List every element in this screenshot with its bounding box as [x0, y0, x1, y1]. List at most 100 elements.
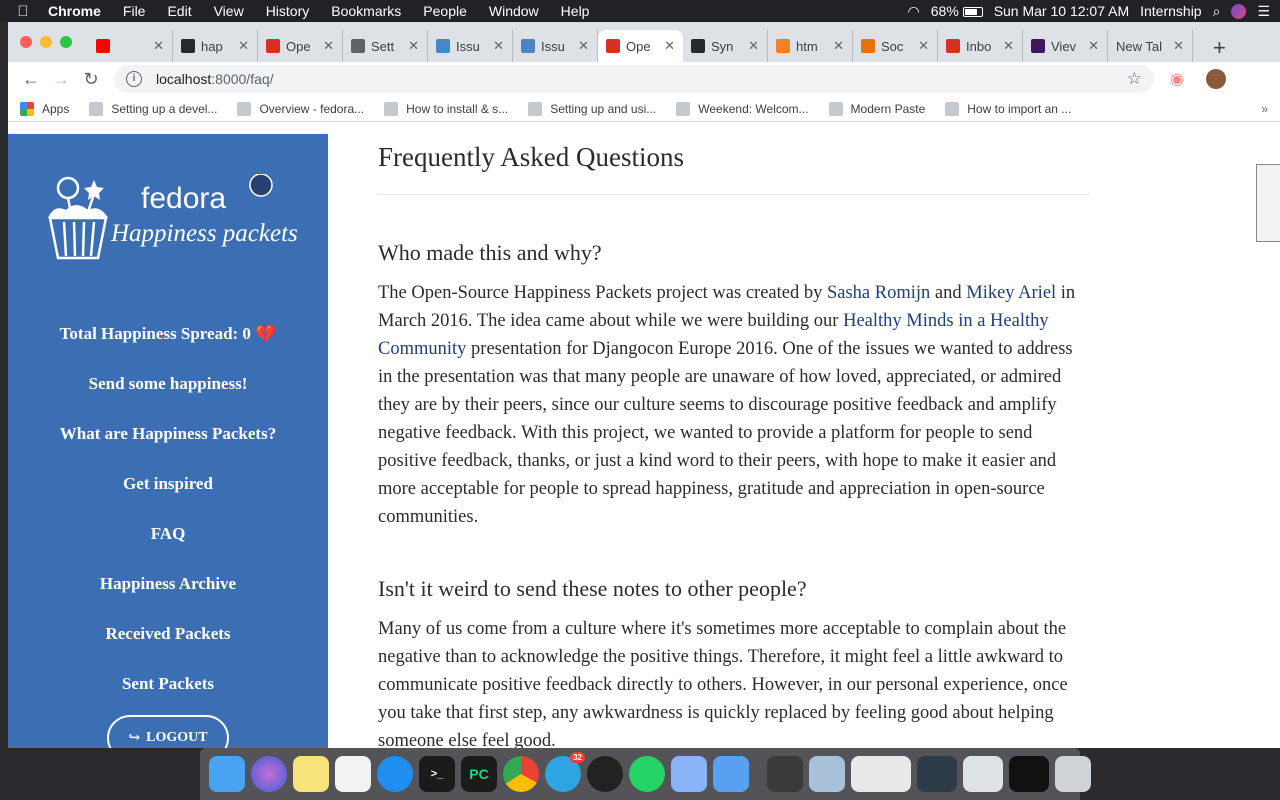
pycharm-icon[interactable]: PC [461, 756, 497, 792]
minimized-window-3[interactable] [963, 756, 1003, 792]
nav-happiness-archive[interactable]: Happiness Archive [8, 574, 328, 594]
user-name[interactable]: Internship [1140, 3, 1201, 19]
browser-tab[interactable]: Issu ✕ [428, 30, 513, 62]
browser-tab[interactable]: Inbo ✕ [938, 30, 1023, 62]
nav-sent-packets[interactable]: Sent Packets [8, 674, 328, 694]
browser-tab[interactable]: Viev ✕ [1023, 30, 1108, 62]
terminal-icon[interactable]: >_ [419, 756, 455, 792]
xcode-icon[interactable] [713, 756, 749, 792]
menu-people[interactable]: People [412, 3, 478, 19]
link-mikey-ariel[interactable]: Mikey Ariel [966, 283, 1056, 303]
bookmark-item[interactable]: Setting up and usi... [528, 101, 656, 116]
chrome-dock-icon[interactable] [503, 756, 539, 792]
browser-tab[interactable]: Soc ✕ [853, 30, 938, 62]
bookmark-item[interactable]: How to install & s... [384, 101, 508, 116]
virtualbox-icon[interactable] [671, 756, 707, 792]
bookmark-item[interactable]: How to import an ... [945, 101, 1071, 116]
screen-recorder-icon[interactable] [587, 756, 623, 792]
browser-tab[interactable]: New Tal ✕ [1108, 30, 1193, 62]
bookmark-item[interactable]: Modern Paste [828, 101, 925, 116]
browser-tab[interactable]: Syn ✕ [683, 30, 768, 62]
social-icon [861, 39, 875, 53]
tab-close-icon[interactable]: ✕ [833, 38, 844, 54]
menu-window[interactable]: Window [478, 3, 550, 19]
link-sasha-romijn[interactable]: Sasha Romijn [827, 283, 930, 303]
tab-close-icon[interactable]: ✕ [1173, 38, 1184, 54]
browser-tab[interactable]: Ope ✕ [598, 30, 683, 62]
nav-get-inspired[interactable]: Get inspired [8, 474, 328, 494]
spotlight-search-icon[interactable]: ⌕ [1213, 3, 1221, 20]
app-store-icon[interactable] [377, 756, 413, 792]
logout-button[interactable]: ↪ LOGOUT [107, 715, 229, 748]
finder-icon[interactable] [209, 756, 245, 792]
browser-tab[interactable]: ✕ [88, 30, 173, 62]
tab-close-icon[interactable]: ✕ [408, 38, 419, 54]
gmail-icon [606, 39, 620, 53]
site-info-icon[interactable]: i [126, 71, 142, 87]
tab-close-icon[interactable]: ✕ [238, 38, 249, 54]
maximize-window-button[interactable] [60, 36, 72, 48]
nav-send-happiness[interactable]: Send some happiness! [8, 374, 328, 394]
menu-help[interactable]: Help [550, 3, 601, 19]
forward-button[interactable]: → [46, 69, 76, 90]
reminders-icon[interactable] [335, 756, 371, 792]
telegram-icon[interactable]: 32 [545, 752, 585, 792]
menu-bookmarks[interactable]: Bookmarks [320, 3, 412, 19]
back-button[interactable]: ← [16, 69, 46, 90]
extension-icon[interactable]: ◉ [1170, 69, 1184, 89]
bookmark-item[interactable]: Overview - fedora... [237, 101, 364, 116]
browser-tab[interactable]: Issu ✕ [513, 30, 598, 62]
tab-close-icon[interactable]: ✕ [1088, 38, 1099, 54]
menu-file[interactable]: File [112, 3, 157, 19]
minimized-window-1[interactable] [851, 756, 911, 792]
notes-icon[interactable] [293, 756, 329, 792]
apple-menu-icon[interactable]:  [0, 3, 46, 20]
tab-close-icon[interactable]: ✕ [748, 38, 759, 54]
browser-tab[interactable]: Sett ✕ [343, 30, 428, 62]
display-icon[interactable] [767, 756, 803, 792]
side-widget-tab[interactable] [1256, 164, 1280, 242]
notification-center-icon[interactable]: ☰ [1257, 3, 1270, 20]
nav-received-packets[interactable]: Received Packets [8, 624, 328, 644]
bookmark-item[interactable]: Setting up a devel... [89, 101, 218, 116]
bookmark-item[interactable]: Weekend: Welcom... [676, 101, 809, 116]
trash-icon[interactable] [1055, 756, 1091, 792]
file-icon [828, 101, 843, 116]
menu-history[interactable]: History [255, 3, 321, 19]
battery-status[interactable]: 68% [931, 3, 983, 19]
bookmarks-overflow-icon[interactable]: » [1261, 102, 1268, 116]
siri-icon[interactable] [1231, 3, 1247, 19]
tab-close-icon[interactable]: ✕ [323, 38, 334, 54]
wifi-icon[interactable]: ◠ [908, 3, 920, 20]
profile-avatar[interactable] [1205, 69, 1226, 89]
tab-close-icon[interactable]: ✕ [493, 38, 504, 54]
whatsapp-icon[interactable] [629, 756, 665, 792]
address-bar[interactable]: i localhost:8000/faq/ ☆ [114, 65, 1154, 93]
tab-close-icon[interactable]: ✕ [918, 38, 929, 54]
tab-close-icon[interactable]: ✕ [153, 38, 164, 54]
nav-what-are-packets[interactable]: What are Happiness Packets? [8, 424, 328, 444]
new-tab-button[interactable]: + [1213, 35, 1226, 61]
tab-close-icon[interactable]: ✕ [664, 38, 675, 54]
menu-edit[interactable]: Edit [156, 3, 202, 19]
browser-tab[interactable]: htm ✕ [768, 30, 853, 62]
tab-label: Ope [626, 38, 651, 54]
browser-tab[interactable]: Ope ✕ [258, 30, 343, 62]
tab-close-icon[interactable]: ✕ [578, 38, 589, 54]
reload-button[interactable]: ↻ [76, 69, 106, 90]
minimized-window-4[interactable] [1009, 756, 1049, 792]
minimize-window-button[interactable] [40, 36, 52, 48]
menu-app-chrome[interactable]: Chrome [46, 3, 112, 19]
clock[interactable]: Sun Mar 10 12:07 AM [994, 3, 1129, 19]
browser-tab[interactable]: hap ✕ [173, 30, 258, 62]
bookmark-item[interactable]: Apps [20, 101, 69, 116]
preview-icon[interactable] [809, 756, 845, 792]
minimized-window-2[interactable] [917, 756, 957, 792]
bookmark-star-icon[interactable]: ☆ [1127, 69, 1142, 89]
bookmark-label: Setting up a devel... [111, 101, 218, 116]
menu-view[interactable]: View [203, 3, 255, 19]
siri-dock-icon[interactable] [251, 756, 287, 792]
nav-faq[interactable]: FAQ [8, 524, 328, 544]
tab-close-icon[interactable]: ✕ [1003, 38, 1014, 54]
close-window-button[interactable] [20, 36, 32, 48]
